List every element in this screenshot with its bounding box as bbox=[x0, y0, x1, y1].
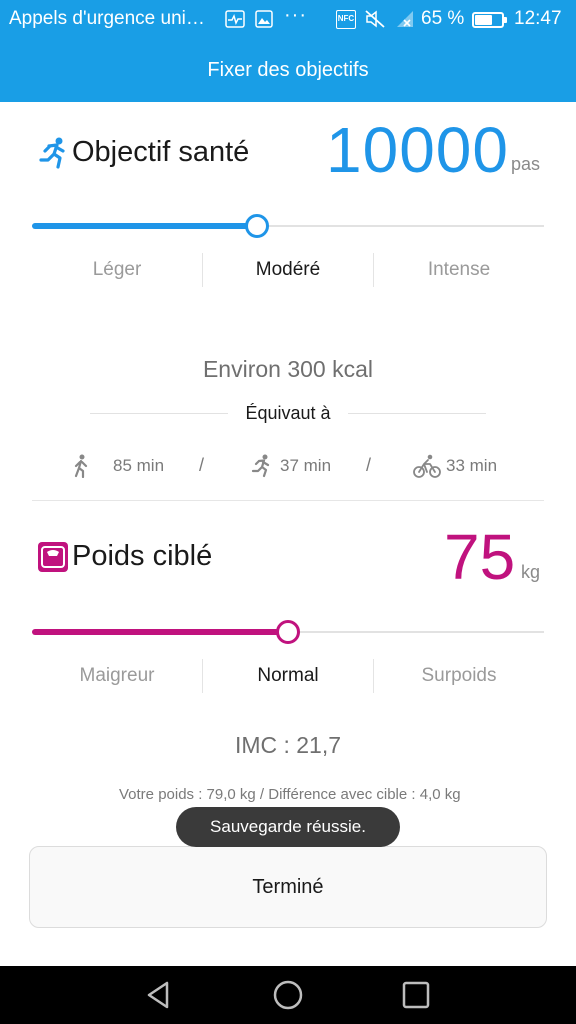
divider bbox=[348, 413, 486, 414]
weight-category-selector: Maigreur Normal Surpoids bbox=[32, 659, 544, 693]
separator: / bbox=[199, 455, 205, 475]
step-goal-value: 10000 bbox=[326, 114, 509, 186]
run-duration: 37 min bbox=[280, 456, 332, 475]
equivalent-label: Équivaut à bbox=[245, 403, 331, 423]
slider-fill bbox=[32, 629, 288, 635]
walk-duration: 85 min bbox=[113, 456, 165, 475]
back-icon[interactable] bbox=[143, 979, 175, 1011]
slider-thumb[interactable] bbox=[245, 214, 270, 238]
category-underweight[interactable]: Maigreur bbox=[32, 659, 202, 693]
step-goal-unit: pas bbox=[511, 154, 541, 174]
level-intense[interactable]: Intense bbox=[374, 253, 544, 287]
walk-icon bbox=[74, 454, 88, 478]
section-divider bbox=[32, 500, 544, 501]
level-moderate[interactable]: Modéré bbox=[203, 253, 373, 287]
bmi-value: IMC : 21,7 bbox=[234, 732, 342, 758]
done-button[interactable]: Terminé bbox=[29, 846, 547, 928]
weight-goal-slider[interactable] bbox=[32, 616, 544, 648]
slider-fill bbox=[32, 223, 258, 229]
intensity-selector: Léger Modéré Intense bbox=[32, 253, 544, 287]
separator: / bbox=[366, 455, 372, 475]
recents-icon[interactable] bbox=[400, 979, 432, 1011]
more-notifications-icon: ··· bbox=[284, 4, 307, 26]
run-icon bbox=[251, 454, 270, 478]
system-nav-bar bbox=[0, 966, 576, 1024]
clock: 12:47 bbox=[514, 8, 562, 29]
weight-goal-unit: kg bbox=[521, 562, 541, 582]
step-goal-slider[interactable] bbox=[32, 210, 544, 242]
nfc-icon: NFC bbox=[336, 10, 356, 29]
bike-icon bbox=[413, 454, 441, 478]
slider-thumb[interactable] bbox=[276, 620, 300, 644]
notification-app-name: Appels d'urgence uni… bbox=[9, 8, 205, 29]
home-icon[interactable] bbox=[272, 979, 304, 1011]
bike-duration: 33 min bbox=[446, 456, 498, 475]
no-signal-icon bbox=[397, 11, 413, 27]
category-overweight[interactable]: Surpoids bbox=[374, 659, 544, 693]
mute-icon bbox=[365, 10, 385, 28]
health-goal-title: Objectif santé bbox=[72, 136, 250, 168]
health-app-notification-icon bbox=[225, 10, 245, 28]
weight-goal-value: 75 bbox=[444, 521, 516, 593]
calorie-estimate: Environ 300 kcal bbox=[202, 356, 374, 382]
run-icon bbox=[39, 137, 65, 169]
toast-message: Sauvegarde réussie. bbox=[176, 807, 400, 847]
page-title: Fixer des objectifs bbox=[0, 40, 576, 102]
battery-percent: 65 % bbox=[421, 8, 465, 29]
weight-difference-text: Votre poids : 79,0 kg / Différence avec … bbox=[119, 786, 461, 803]
battery-icon bbox=[472, 12, 507, 28]
scale-icon bbox=[38, 542, 68, 572]
status-bar: Appels d'urgence uni… ··· NFC 65 % 12:47 bbox=[0, 0, 576, 40]
level-light[interactable]: Léger bbox=[32, 253, 202, 287]
gallery-notification-icon bbox=[255, 10, 273, 28]
weight-goal-title: Poids ciblé bbox=[72, 540, 213, 572]
category-normal[interactable]: Normal bbox=[203, 659, 373, 693]
